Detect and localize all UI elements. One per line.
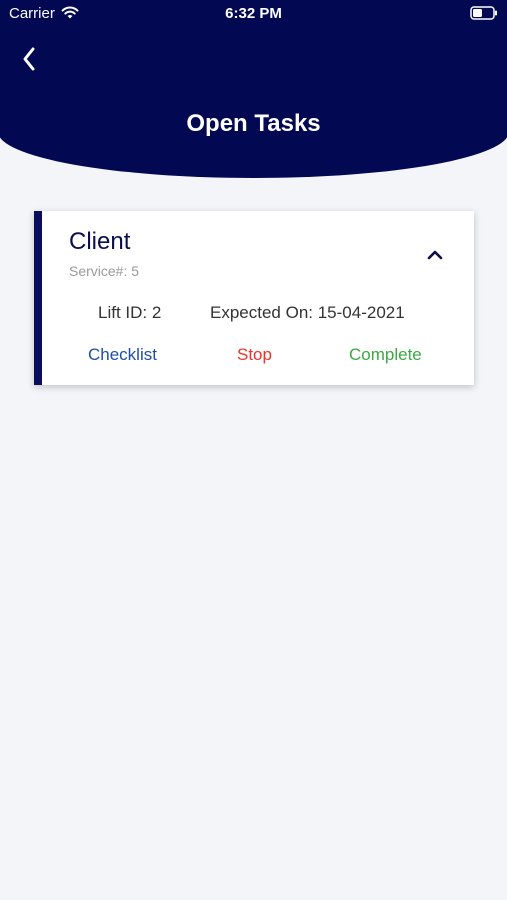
client-name: Client bbox=[69, 228, 131, 255]
back-button[interactable] bbox=[14, 44, 44, 74]
battery-icon bbox=[470, 6, 498, 24]
chevron-left-icon bbox=[23, 47, 35, 71]
chevron-up-icon bbox=[427, 250, 443, 260]
stop-button[interactable]: Stop bbox=[237, 345, 272, 365]
service-number: Service#: 5 bbox=[69, 263, 140, 279]
page-title: Open Tasks bbox=[186, 110, 321, 137]
task-card[interactable]: Client Service#: 5 Lift ID: 2 Expected O… bbox=[34, 211, 474, 385]
lift-id: Lift ID: 2 bbox=[98, 303, 162, 322]
collapse-toggle[interactable] bbox=[426, 248, 444, 262]
checklist-button[interactable]: Checklist bbox=[88, 345, 157, 365]
complete-button[interactable]: Complete bbox=[349, 345, 422, 365]
status-time: 6:32 PM bbox=[225, 5, 282, 22]
status-bar: Carrier 6:32 PM bbox=[0, 0, 507, 28]
expected-date: Expected On: 15-04-2021 bbox=[210, 303, 405, 322]
